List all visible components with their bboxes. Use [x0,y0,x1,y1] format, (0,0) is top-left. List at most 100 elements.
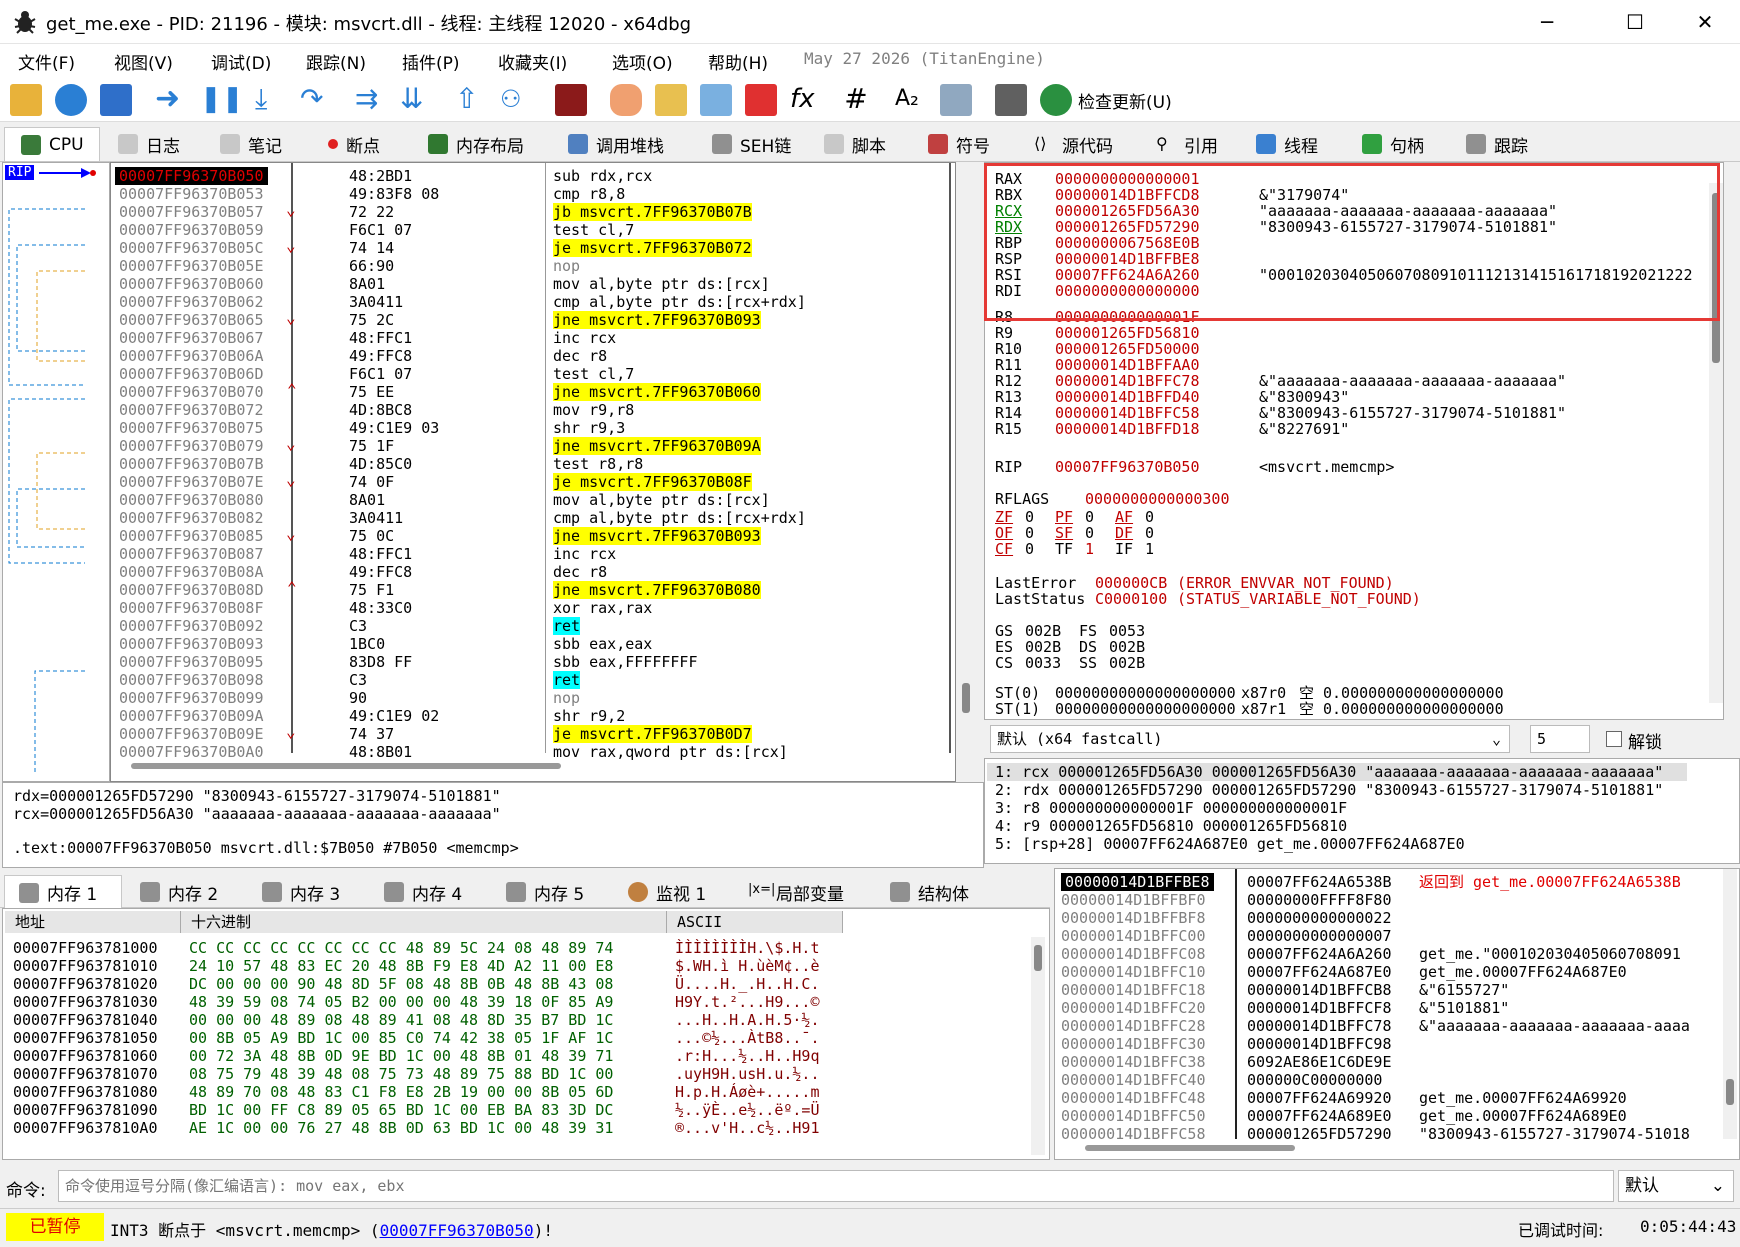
disasm-row[interactable]: 00007FF96370B082 3A0411 cmp al,byte ptr ds… [111,509,955,527]
disasm-row[interactable]: 00007FF96370B079 ⌄ 75 1F jne msvcrt.7FF9637… [111,435,955,455]
menu-file[interactable]: 文件(F) [18,49,75,74]
dump-hex[interactable]: 00 00 00 48 89 08 48 89 41 08 48 8D 35 B… [189,1011,613,1029]
dump-ascii[interactable]: .r:H...½..H..H9q [675,1047,820,1065]
labels-icon[interactable] [700,84,732,116]
tab-dump-3[interactable]: 内存 3 [262,875,340,909]
tab-dump-2[interactable]: 内存 2 [140,875,218,909]
command-input[interactable] [58,1170,1614,1202]
stack-value[interactable]: 00000014D1BFFC78 [1247,1017,1392,1035]
arg-row[interactable]: 3: r8 000000000000001F 000000000000001F [995,799,1347,817]
register-value[interactable]: 0000000000000001 [1055,171,1200,187]
minimize-button[interactable]: ─ [1512,0,1582,44]
run-icon[interactable]: ➜ [155,84,187,116]
dump-hex[interactable]: 48 89 70 08 48 83 C1 F8 E8 2B 19 00 00 8… [189,1083,613,1101]
dump-ascii[interactable]: H9Y.t.²...H9...© [675,993,820,1011]
tab-dump-5[interactable]: 内存 5 [506,875,584,909]
hash-icon[interactable]: # [840,84,872,116]
dump-hex[interactable]: CC CC CC CC CC CC CC CC 48 89 5C 24 08 4… [189,939,613,957]
disasm-row[interactable]: 00007FF96370B093 1BC0 sbb eax,eax [111,635,955,653]
flag-value[interactable]: 0 [1085,525,1094,541]
memory-dump-pane[interactable]: 地址 十六进制 ASCII 00007FF963781000 CC CC CC C… [2,908,1050,1160]
disasm-row[interactable]: 00007FF96370B087 48:FFC1 inc rcx [111,545,955,563]
tab-struct[interactable]: 结构体 [890,875,969,909]
dump-hex[interactable]: 24 10 57 48 83 EC 20 48 8B F9 E8 4D A2 1… [189,957,613,975]
regs-scrollbar[interactable] [1709,183,1723,703]
execute-till-return-icon[interactable]: ⇧ [455,84,487,116]
menu-view[interactable]: 视图(V) [114,49,173,74]
stack-value[interactable]: 000000C00000000 [1247,1071,1382,1089]
disasm-row[interactable]: 00007FF96370B062 3A0411 cmp al,byte ptr ds… [111,293,955,311]
register-value[interactable]: 0000000067568E0B [1055,235,1200,251]
register-value[interactable]: 00000014D1BFFD18 [1055,421,1200,437]
tab-handles[interactable]: 句柄 [1362,127,1424,161]
arg-row[interactable]: 1: rcx 000001265FD56A30 000001265FD56A30… [987,763,1687,781]
register-value[interactable]: 00000014D1BFFCD8 [1055,187,1200,203]
dump-hex[interactable]: 00 72 3A 48 8B 0D 9E BD 1C 00 48 8B 01 4… [189,1047,613,1065]
stack-value[interactable]: 00000014D1BFFCF8 [1247,999,1392,1017]
stack-value[interactable]: 00000014D1BFFCB8 [1247,981,1392,999]
register-value[interactable]: 000000000000001F [1055,309,1200,325]
dump-hex[interactable]: 08 75 79 48 39 48 08 75 73 48 89 75 88 B… [189,1065,613,1083]
arg-row[interactable]: 4: r9 000001265FD56810 000001265FD56810 [995,817,1347,835]
calculator-icon[interactable] [995,84,1027,116]
patch-icon[interactable] [610,84,642,116]
menu-help[interactable]: 帮助(H) [708,49,768,74]
trace-into-icon[interactable]: ⇉ [355,84,387,116]
comments-icon[interactable] [655,84,687,116]
tab-seh[interactable]: SEH链 [712,127,791,161]
menu-trace[interactable]: 跟踪(N) [306,49,366,74]
dump-hex[interactable]: 48 39 59 08 74 05 B2 00 00 00 48 39 18 0… [189,993,613,1011]
stack-value[interactable]: 0000000000000007 [1247,927,1392,945]
disasm-row[interactable]: 00007FF96370B09E ⌄ 74 37 je msvcrt.7FF96370… [111,723,955,743]
disasm-row[interactable]: 00007FF96370B053 49:83F8 08 cmp r8,8 [111,185,955,203]
disasm-hscrollbar[interactable] [131,763,561,769]
disasm-row[interactable]: 00007FF96370B095 83D8 FF sbb eax,FFFFFFFF [111,653,955,671]
stack-value[interactable]: 00007FF624A6A260 [1247,945,1392,963]
register-value[interactable]: 00000014D1BFFD40 [1055,389,1200,405]
restart-icon[interactable] [55,84,87,116]
register-value[interactable]: 00000014D1BFFBE8 [1055,251,1200,267]
stack-value[interactable]: 0000000000000022 [1247,909,1392,927]
dump-ascii[interactable]: ÌÌÌÌÌÌÌÌH.\$.H.t [675,939,820,957]
arg-row[interactable]: 2: rdx 000001265FD57290 000001265FD57290… [995,781,1663,799]
segment-value[interactable]: 002B [1109,639,1145,655]
dump-ascii[interactable]: Ü....H._.H..H.C. [675,975,820,993]
disasm-row[interactable]: 00007FF96370B057 ⌄ 72 22 jb msvcrt.7FF96370… [111,201,955,221]
stack-value[interactable]: 00007FF624A689E0 [1247,1107,1392,1125]
dump-ascii[interactable]: ®...v'H..c½..H91 [675,1119,820,1137]
status-address-link[interactable]: 00007FF96370B050 [380,1221,534,1240]
registers-pane[interactable]: RAX 0000000000000001 &"3179074" RBX 00000014… [984,162,1724,720]
stack-value[interactable]: 6092AE86E1C6DE9E [1247,1053,1392,1071]
disasm-row[interactable]: 00007FF96370B065 ⌄ 75 2C jne msvcrt.7FF9637… [111,309,955,329]
stack-value[interactable]: 00007FF624A687E0 [1247,963,1392,981]
stack-value[interactable]: 00007FF624A6538B [1247,873,1392,891]
dump-hex[interactable]: AE 1C 00 00 76 27 48 8B 0D 63 BD 1C 00 4… [189,1119,613,1137]
dump-ascii[interactable]: .uyH9H.usH.u.½.. [675,1065,820,1083]
tab-trace[interactable]: 跟踪 [1466,127,1528,161]
stack-value[interactable]: 00000000FFFF8F80 [1247,891,1392,909]
disasm-row[interactable]: 00007FF96370B050 48:2BD1 sub rdx,rcx [111,167,955,185]
tab-symbols[interactable]: 符号 [928,127,990,161]
disasm-row[interactable]: 00007FF96370B085 ⌄ 75 0C jne msvcrt.7FF9637… [111,525,955,545]
maximize-button[interactable]: ☐ [1600,0,1670,44]
tab-dump-4[interactable]: 内存 4 [384,875,462,909]
disasm-row[interactable]: 00007FF96370B08D ⌃ 75 F1 jne msvcrt.7FF9637… [111,579,955,599]
dump-hex[interactable]: BD 1C 00 FF C8 89 05 65 BD 1C 00 EB BA 8… [189,1101,613,1119]
open-icon[interactable] [10,84,42,116]
register-value[interactable]: 00007FF96370B050 [1055,459,1200,475]
stack-hscrollbar[interactable] [1085,1145,1295,1151]
tab-dump-1[interactable]: 内存 1 [4,875,122,909]
register-value[interactable]: 000001265FD56A30 [1055,203,1200,219]
tab-log[interactable]: 日志 [118,127,180,161]
tab-call-stack[interactable]: 调用堆栈 [568,127,664,161]
menu-favourites[interactable]: 收藏夹(I) [498,49,567,74]
dump-ascii[interactable]: $.WH.ì H.ùèM¢..è [675,957,820,975]
dump-ascii[interactable]: ...H..H.A.H.5·½. [675,1011,820,1029]
tab-memory-map[interactable]: 内存布局 [428,127,524,161]
flag-value[interactable]: 0 [1025,541,1034,557]
segment-value[interactable]: 0033 [1025,655,1061,671]
dump-hex[interactable]: DC 00 00 00 90 48 8D 5F 08 48 8B 0B 48 8… [189,975,613,993]
register-value[interactable]: 000000CB [1095,575,1167,591]
disasm-row[interactable]: 00007FF96370B09A 49:C1E9 02 shr r9,2 [111,707,955,725]
disasm-row[interactable]: 00007FF96370B092 C3 ret [111,617,955,635]
